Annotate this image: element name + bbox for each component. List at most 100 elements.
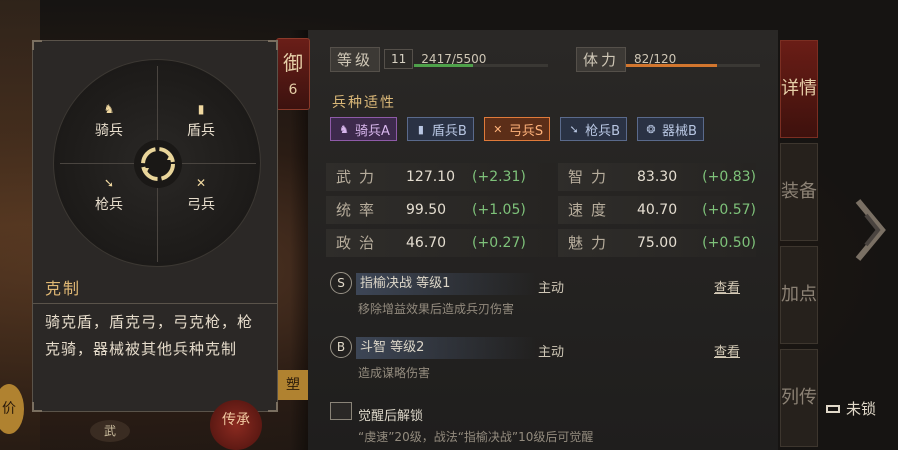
horse-icon: ♞ (103, 102, 115, 116)
attr-bonus: (+0.57) (702, 201, 756, 218)
affinity-label: 骑兵A (355, 123, 390, 139)
affinity-archer[interactable]: ✕ 弓兵S (483, 117, 551, 141)
bow-icon: ✕ (493, 122, 503, 136)
skill-rank-badge: S (330, 272, 352, 294)
spear-icon: ➘ (103, 176, 115, 190)
affinity-title: 兵种适性 (332, 95, 396, 111)
lock-status[interactable]: 未锁 (826, 398, 876, 419)
affinity-label: 器械B (662, 123, 697, 139)
horse-icon: ♞ (339, 122, 349, 136)
skill-type: 主动 (538, 281, 565, 296)
defense-tag: 御 6 (276, 38, 310, 110)
awaken-icon (330, 402, 352, 420)
attr-charm: 魅力 75.00 (+0.50) (558, 228, 756, 257)
attr-name: 速度 (568, 201, 615, 219)
skill-name[interactable]: 斗智 等级2 (356, 337, 536, 359)
affinity-shield[interactable]: ▮ 盾兵B (406, 117, 474, 141)
attr-politics: 政治 46.70 (+0.27) (326, 228, 556, 257)
awaken-row: 觉醒后解锁 (326, 398, 766, 426)
divider (33, 303, 277, 304)
attr-force: 武力 127.10 (+2.31) (326, 162, 556, 191)
attr-speed: 速度 40.70 (+0.57) (558, 195, 756, 224)
restraint-wheel: ♞ 骑兵 ▮ 盾兵 ➘ 枪兵 ✕ 弓兵 (53, 59, 261, 267)
attr-name: 武力 (336, 168, 383, 186)
unit-shield: ▮ 盾兵 (176, 102, 226, 140)
unit-cavalry: ♞ 骑兵 (84, 102, 134, 140)
bow-icon: ✕ (195, 176, 207, 190)
next-arrow-icon[interactable] (852, 195, 892, 265)
tab-equipment[interactable]: 装备 (780, 143, 818, 241)
shield-icon: ▮ (197, 102, 205, 116)
tab-biography[interactable]: 列传 (780, 349, 818, 447)
skill-type: 主动 (538, 345, 565, 360)
affinity-label: 枪兵B (585, 123, 621, 139)
tab-label: 装备 (781, 181, 817, 202)
skill-row: S 指榆决战 等级1 主动 查看 (326, 270, 766, 298)
decor-bottom-label: 武 (90, 420, 130, 442)
awaken-title: 觉醒后解锁 (358, 409, 424, 424)
skill-desc: 造成谋略伤害 (358, 366, 431, 380)
tab-points[interactable]: 加点 (780, 246, 818, 344)
decor-inherit-badge[interactable]: 传承 (210, 400, 262, 450)
attr-value: 99.50 (406, 201, 447, 218)
attr-value: 127.10 (406, 168, 455, 185)
unit-label: 弓兵 (187, 197, 215, 213)
unit-spear: ➘ 枪兵 (84, 176, 134, 214)
spear-icon: ➘ (569, 122, 579, 136)
attribute-grid: 武力 127.10 (+2.31) 智力 83.30 (+0.83) 统率 99… (326, 160, 758, 259)
skill-list: S 指榆决战 等级1 主动 查看 移除增益效果后造成兵刃伤害 B 斗智 等级2 … (326, 270, 766, 450)
lock-icon (826, 404, 840, 413)
unit-label: 骑兵 (95, 123, 123, 139)
awaken-desc: “虔速”20级，战法“指榆决战”10级后可觉醒 (358, 430, 594, 444)
tab-detail[interactable]: 详情 (780, 40, 818, 138)
attr-name: 统率 (336, 201, 383, 219)
skill-view-button[interactable]: 查看 (714, 277, 740, 296)
attr-name: 智力 (568, 168, 615, 186)
tooltip-text: 骑克盾，盾克弓，弓克枪，枪克骑，器械被其他兵种克制 (45, 313, 254, 358)
side-tabs: 详情 装备 加点 列传 (780, 40, 818, 450)
skill-name[interactable]: 指榆决战 等级1 (356, 273, 536, 295)
attr-value: 46.70 (406, 234, 447, 251)
defense-label: 御 (283, 51, 303, 75)
affinity-siege[interactable]: ❂ 器械B (637, 117, 704, 141)
defense-value: 6 (288, 82, 298, 98)
affinity-label: 弓兵S (508, 123, 544, 139)
attr-bonus: (+0.83) (702, 168, 756, 185)
unit-archer: ✕ 弓兵 (176, 176, 226, 214)
tooltip-title: 克制 (45, 279, 82, 298)
level-number: 11 (384, 49, 414, 69)
affinity-cavalry[interactable]: ♞ 骑兵A (330, 117, 397, 141)
exp-bar (414, 64, 548, 67)
attr-value: 83.30 (637, 168, 678, 185)
attr-value: 40.70 (637, 201, 678, 218)
attr-bonus: (+1.05) (472, 201, 526, 218)
unit-label: 枪兵 (95, 197, 123, 213)
unit-label: 盾兵 (187, 123, 215, 139)
affinity-row: ♞ 骑兵A ▮ 盾兵B ✕ 弓兵S ➘ 枪兵B ❂ 器械B (330, 117, 704, 141)
attr-bonus: (+0.50) (702, 234, 756, 251)
tab-label: 加点 (781, 284, 817, 305)
tab-label: 详情 (781, 78, 817, 99)
affinity-label: 盾兵B (431, 123, 467, 139)
attr-name: 政治 (336, 234, 383, 252)
attr-bonus: (+0.27) (472, 234, 526, 251)
shield-icon: ▮ (417, 122, 424, 136)
gear-icon: ❂ (646, 122, 656, 136)
decor-shape-badge[interactable]: 塑 (278, 370, 308, 400)
skill-desc: 移除增益效果后造成兵刃伤害 (358, 302, 515, 316)
skill-view-button[interactable]: 查看 (714, 341, 740, 360)
skill-rank-badge: B (330, 336, 352, 358)
restraint-tooltip: ♞ 骑兵 ▮ 盾兵 ➘ 枪兵 ✕ 弓兵 克制 骑克盾，盾克弓，弓克枪，枪克骑，器… (32, 40, 278, 412)
tab-label: 列传 (781, 387, 817, 408)
attr-bonus: (+2.31) (472, 168, 526, 185)
attr-value: 75.00 (637, 234, 678, 251)
attr-command: 统率 99.50 (+1.05) (326, 195, 556, 224)
level-box: 等级 11 2417/5500 (330, 46, 486, 72)
affinity-spear[interactable]: ➘ 枪兵B (560, 117, 628, 141)
cycle-icon (134, 140, 182, 188)
attr-intel: 智力 83.30 (+0.83) (558, 162, 756, 191)
attr-name: 魅力 (568, 234, 615, 252)
stamina-box: 体力 82/120 (576, 46, 676, 72)
stamina-bar (626, 64, 760, 67)
lock-label: 未锁 (846, 400, 877, 418)
